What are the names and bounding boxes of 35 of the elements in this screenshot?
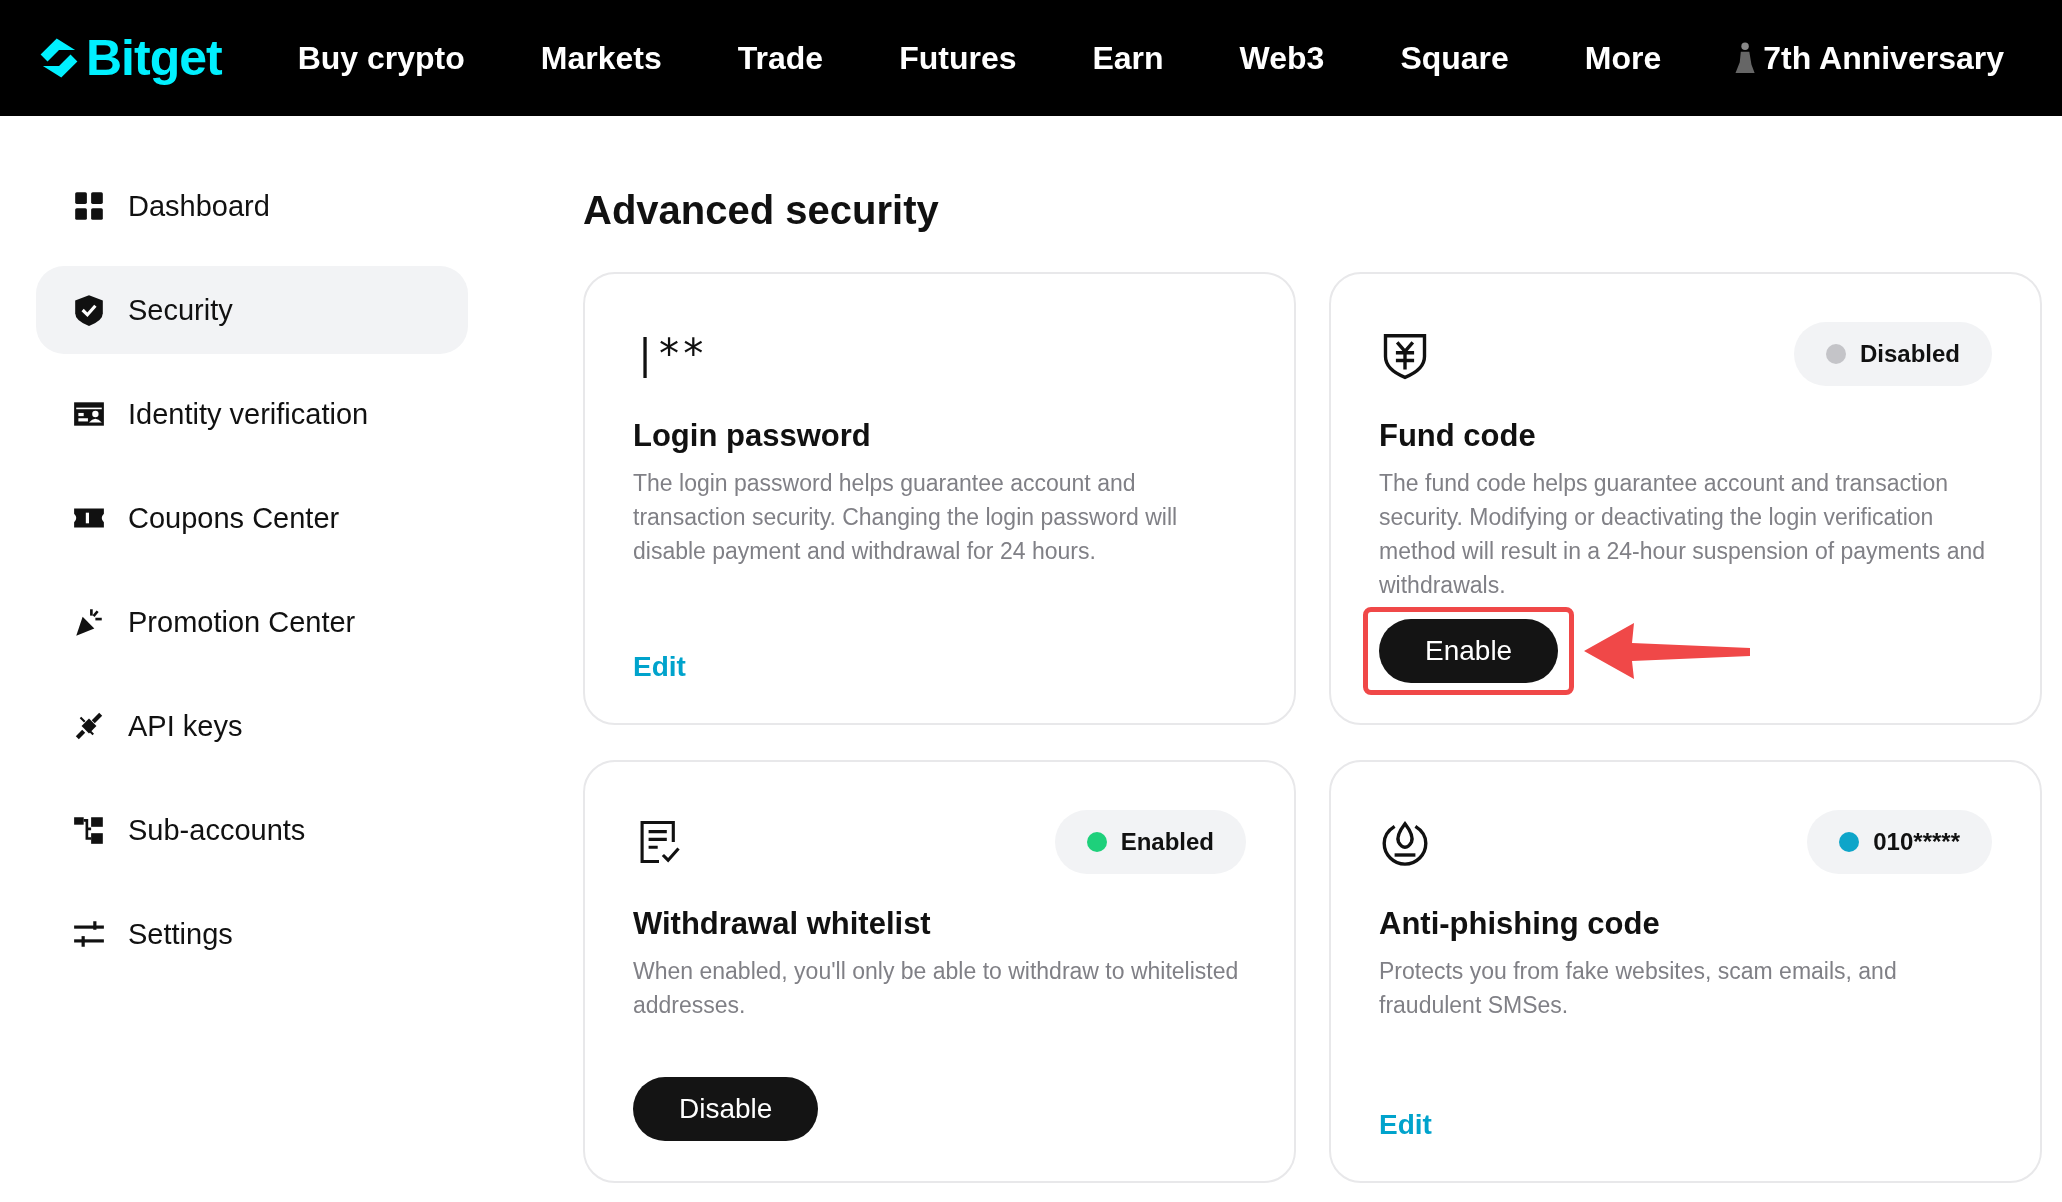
card-title: Login password — [633, 418, 872, 454]
card-description: Protects you from fake websites, scam emails, and fraudulent SMSes. — [1379, 957, 1898, 1020]
nav-link[interactable]: Buy crypto — [297, 39, 465, 77]
nav-link[interactable]: Futures — [899, 39, 1017, 77]
nav-link[interactable]: Web3 — [1239, 39, 1325, 77]
card-description: The login password helps guarantee account and transaction security. Changing the login password will disable payment and withdrawal for 24 hours. — [633, 469, 1179, 566]
shield-check-icon — [72, 293, 106, 327]
nav-link[interactable]: Markets — [540, 39, 662, 77]
sidebar-item[interactable]: API keys — [36, 682, 468, 770]
sidebar-item[interactable]: Security — [36, 266, 468, 354]
action-button[interactable]: Disable — [633, 1077, 819, 1141]
nav-link[interactable]: Trade — [737, 39, 824, 77]
grid-icon — [72, 189, 106, 223]
nav-link[interactable]: Square — [1400, 39, 1509, 77]
card-description: The fund code helps guarantee account and transaction security. Modifying or deactivating the login verification method will result in a 24-hour suspension of payments and withdrawals. — [1379, 469, 1986, 600]
nav-link[interactable]: More — [1584, 39, 1662, 77]
status-label: Enabled — [1120, 828, 1214, 856]
action-button[interactable]: Enable — [1379, 619, 1559, 683]
sidebar-item[interactable]: Dashboard — [36, 162, 468, 250]
password-icon: |** — [633, 331, 706, 377]
status-label: 010***** — [1873, 828, 1960, 856]
sidebar-item[interactable]: Identity verification — [36, 370, 468, 458]
status-label: Disabled — [1859, 340, 1960, 368]
page-title: Advanced security — [583, 187, 940, 234]
nav-link[interactable]: Earn — [1092, 39, 1164, 77]
sidebar-item[interactable]: Promotion Center — [36, 578, 468, 666]
sidebar-item[interactable]: Sub-accounts — [36, 786, 468, 874]
card-description: When enabled, you'll only be able to withdraw to whitelisted addresses. — [633, 957, 1240, 1020]
anniversary-link[interactable]: 7th Anniversary — [1763, 39, 2004, 77]
card-title: Fund code — [1379, 418, 1537, 454]
logo-text[interactable]: Bitget — [86, 29, 222, 87]
card-title: Anti-phishing code — [1379, 906, 1661, 942]
sidebar-item[interactable]: Settings — [36, 890, 468, 978]
card-title: Withdrawal whitelist — [633, 906, 932, 942]
sidebar-item[interactable]: Coupons Center — [36, 474, 468, 562]
